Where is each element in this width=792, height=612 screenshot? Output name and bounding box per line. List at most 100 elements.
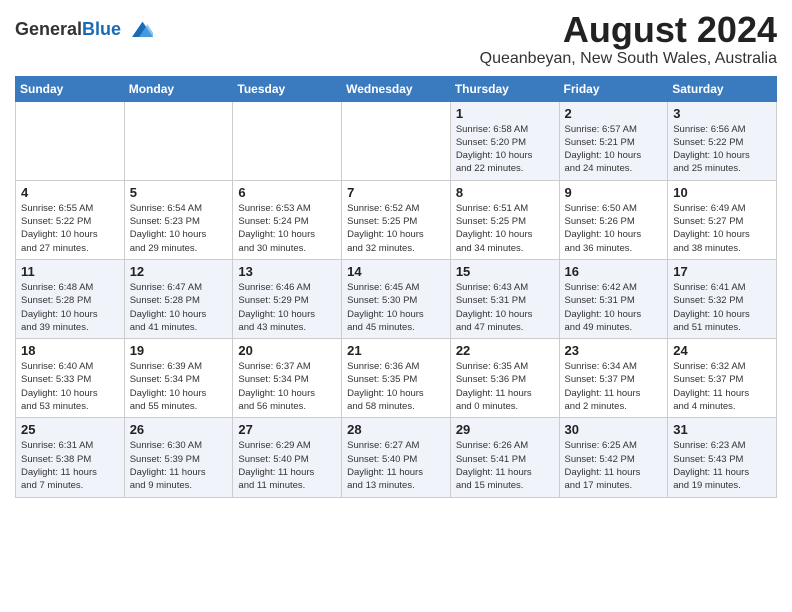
- day-info: Sunrise: 6:26 AM Sunset: 5:41 PM Dayligh…: [456, 439, 554, 492]
- day-info: Sunrise: 6:48 AM Sunset: 5:28 PM Dayligh…: [21, 281, 119, 334]
- calendar-day-cell: 21Sunrise: 6:36 AM Sunset: 5:35 PM Dayli…: [342, 339, 451, 418]
- day-info: Sunrise: 6:23 AM Sunset: 5:43 PM Dayligh…: [673, 439, 771, 492]
- calendar-day-cell: 28 Sunrise: 6:27 AM Sunset: 5:40 PM Dayli…: [342, 418, 451, 497]
- day-number: 1: [456, 106, 554, 121]
- calendar-day-cell: 30 Sunrise: 6:25 AM Sunset: 5:42 PM Dayli…: [559, 418, 668, 497]
- calendar-day-cell: 8Sunrise: 6:51 AM Sunset: 5:25 PM Daylig…: [450, 180, 559, 259]
- calendar-day-cell: [124, 101, 233, 180]
- header-sunday: Sunday: [16, 76, 125, 101]
- day-number: 7: [347, 185, 445, 200]
- calendar-day-cell: 24 Sunrise: 6:32 AM Sunset: 5:37 PM Dayli…: [668, 339, 777, 418]
- day-info: Sunrise: 6:56 AM Sunset: 5:22 PM Dayligh…: [673, 123, 771, 176]
- calendar-day-cell: 25Sunrise: 6:31 AM Sunset: 5:38 PM Dayli…: [16, 418, 125, 497]
- month-year-title: August 2024: [480, 10, 777, 50]
- calendar-week-row: 11 Sunrise: 6:48 AM Sunset: 5:28 PM Dayli…: [16, 259, 777, 338]
- day-info: Sunrise: 6:42 AM Sunset: 5:31 PM Dayligh…: [565, 281, 663, 334]
- day-number: 26: [130, 422, 228, 437]
- header-friday: Friday: [559, 76, 668, 101]
- calendar-day-cell: 4Sunrise: 6:55 AM Sunset: 5:22 PM Daylig…: [16, 180, 125, 259]
- calendar-day-cell: 16 Sunrise: 6:42 AM Sunset: 5:31 PM Dayli…: [559, 259, 668, 338]
- day-number: 10: [673, 185, 771, 200]
- calendar-day-cell: 31 Sunrise: 6:23 AM Sunset: 5:43 PM Dayli…: [668, 418, 777, 497]
- day-info: Sunrise: 6:37 AM Sunset: 5:34 PM Dayligh…: [238, 360, 336, 413]
- calendar-day-cell: 3 Sunrise: 6:56 AM Sunset: 5:22 PM Daylig…: [668, 101, 777, 180]
- day-number: 20: [238, 343, 336, 358]
- day-number: 12: [130, 264, 228, 279]
- logo-general-text: General: [15, 19, 82, 39]
- calendar-week-row: 25Sunrise: 6:31 AM Sunset: 5:38 PM Dayli…: [16, 418, 777, 497]
- calendar-day-cell: 13Sunrise: 6:46 AM Sunset: 5:29 PM Dayli…: [233, 259, 342, 338]
- day-number: 8: [456, 185, 554, 200]
- calendar-day-cell: 23 Sunrise: 6:34 AM Sunset: 5:37 PM Dayli…: [559, 339, 668, 418]
- day-info: Sunrise: 6:25 AM Sunset: 5:42 PM Dayligh…: [565, 439, 663, 492]
- day-number: 28: [347, 422, 445, 437]
- calendar-week-row: 1Sunrise: 6:58 AM Sunset: 5:20 PM Daylig…: [16, 101, 777, 180]
- day-number: 22: [456, 343, 554, 358]
- page-header: GeneralBlue August 2024 Queanbeyan, New …: [15, 10, 777, 68]
- calendar-day-cell: 2Sunrise: 6:57 AM Sunset: 5:21 PM Daylig…: [559, 101, 668, 180]
- day-number: 23: [565, 343, 663, 358]
- calendar-day-cell: 22Sunrise: 6:35 AM Sunset: 5:36 PM Dayli…: [450, 339, 559, 418]
- calendar-day-cell: 20 Sunrise: 6:37 AM Sunset: 5:34 PM Dayli…: [233, 339, 342, 418]
- calendar-day-cell: 18 Sunrise: 6:40 AM Sunset: 5:33 PM Dayli…: [16, 339, 125, 418]
- day-info: Sunrise: 6:27 AM Sunset: 5:40 PM Dayligh…: [347, 439, 445, 492]
- day-info: Sunrise: 6:40 AM Sunset: 5:33 PM Dayligh…: [21, 360, 119, 413]
- header-wednesday: Wednesday: [342, 76, 451, 101]
- day-info: Sunrise: 6:36 AM Sunset: 5:35 PM Dayligh…: [347, 360, 445, 413]
- day-info: Sunrise: 6:47 AM Sunset: 5:28 PM Dayligh…: [130, 281, 228, 334]
- day-number: 17: [673, 264, 771, 279]
- day-number: 13: [238, 264, 336, 279]
- day-number: 31: [673, 422, 771, 437]
- day-info: Sunrise: 6:30 AM Sunset: 5:39 PM Dayligh…: [130, 439, 228, 492]
- calendar-header-row: SundayMondayTuesdayWednesdayThursdayFrid…: [16, 76, 777, 101]
- location-subtitle: Queanbeyan, New South Wales, Australia: [480, 50, 777, 68]
- day-number: 18: [21, 343, 119, 358]
- day-number: 5: [130, 185, 228, 200]
- header-tuesday: Tuesday: [233, 76, 342, 101]
- title-block: August 2024 Queanbeyan, New South Wales,…: [480, 10, 777, 68]
- day-number: 2: [565, 106, 663, 121]
- calendar-day-cell: 15Sunrise: 6:43 AM Sunset: 5:31 PM Dayli…: [450, 259, 559, 338]
- calendar-day-cell: 10 Sunrise: 6:49 AM Sunset: 5:27 PM Dayli…: [668, 180, 777, 259]
- day-number: 27: [238, 422, 336, 437]
- calendar-day-cell: [233, 101, 342, 180]
- day-info: Sunrise: 6:32 AM Sunset: 5:37 PM Dayligh…: [673, 360, 771, 413]
- day-info: Sunrise: 6:54 AM Sunset: 5:23 PM Dayligh…: [130, 202, 228, 255]
- calendar-day-cell: 5 Sunrise: 6:54 AM Sunset: 5:23 PM Daylig…: [124, 180, 233, 259]
- header-thursday: Thursday: [450, 76, 559, 101]
- day-number: 16: [565, 264, 663, 279]
- day-info: Sunrise: 6:49 AM Sunset: 5:27 PM Dayligh…: [673, 202, 771, 255]
- logo-icon: [125, 16, 153, 44]
- day-number: 24: [673, 343, 771, 358]
- calendar-day-cell: [16, 101, 125, 180]
- day-info: Sunrise: 6:29 AM Sunset: 5:40 PM Dayligh…: [238, 439, 336, 492]
- day-number: 4: [21, 185, 119, 200]
- calendar-day-cell: 26 Sunrise: 6:30 AM Sunset: 5:39 PM Dayli…: [124, 418, 233, 497]
- calendar-day-cell: 12 Sunrise: 6:47 AM Sunset: 5:28 PM Dayli…: [124, 259, 233, 338]
- calendar-day-cell: [342, 101, 451, 180]
- calendar-day-cell: 11 Sunrise: 6:48 AM Sunset: 5:28 PM Dayli…: [16, 259, 125, 338]
- day-info: Sunrise: 6:45 AM Sunset: 5:30 PM Dayligh…: [347, 281, 445, 334]
- day-number: 30: [565, 422, 663, 437]
- logo-blue-text: Blue: [82, 19, 121, 39]
- calendar-day-cell: 7 Sunrise: 6:52 AM Sunset: 5:25 PM Daylig…: [342, 180, 451, 259]
- day-info: Sunrise: 6:52 AM Sunset: 5:25 PM Dayligh…: [347, 202, 445, 255]
- calendar-day-cell: 17 Sunrise: 6:41 AM Sunset: 5:32 PM Dayli…: [668, 259, 777, 338]
- calendar-day-cell: 9Sunrise: 6:50 AM Sunset: 5:26 PM Daylig…: [559, 180, 668, 259]
- day-number: 3: [673, 106, 771, 121]
- calendar-day-cell: 29Sunrise: 6:26 AM Sunset: 5:41 PM Dayli…: [450, 418, 559, 497]
- day-info: Sunrise: 6:39 AM Sunset: 5:34 PM Dayligh…: [130, 360, 228, 413]
- header-monday: Monday: [124, 76, 233, 101]
- calendar-day-cell: 6Sunrise: 6:53 AM Sunset: 5:24 PM Daylig…: [233, 180, 342, 259]
- day-number: 11: [21, 264, 119, 279]
- header-saturday: Saturday: [668, 76, 777, 101]
- calendar-day-cell: 14Sunrise: 6:45 AM Sunset: 5:30 PM Dayli…: [342, 259, 451, 338]
- calendar-table: SundayMondayTuesdayWednesdayThursdayFrid…: [15, 76, 777, 498]
- day-info: Sunrise: 6:53 AM Sunset: 5:24 PM Dayligh…: [238, 202, 336, 255]
- day-info: Sunrise: 6:50 AM Sunset: 5:26 PM Dayligh…: [565, 202, 663, 255]
- day-info: Sunrise: 6:34 AM Sunset: 5:37 PM Dayligh…: [565, 360, 663, 413]
- day-number: 25: [21, 422, 119, 437]
- calendar-week-row: 4Sunrise: 6:55 AM Sunset: 5:22 PM Daylig…: [16, 180, 777, 259]
- calendar-day-cell: 19Sunrise: 6:39 AM Sunset: 5:34 PM Dayli…: [124, 339, 233, 418]
- day-info: Sunrise: 6:41 AM Sunset: 5:32 PM Dayligh…: [673, 281, 771, 334]
